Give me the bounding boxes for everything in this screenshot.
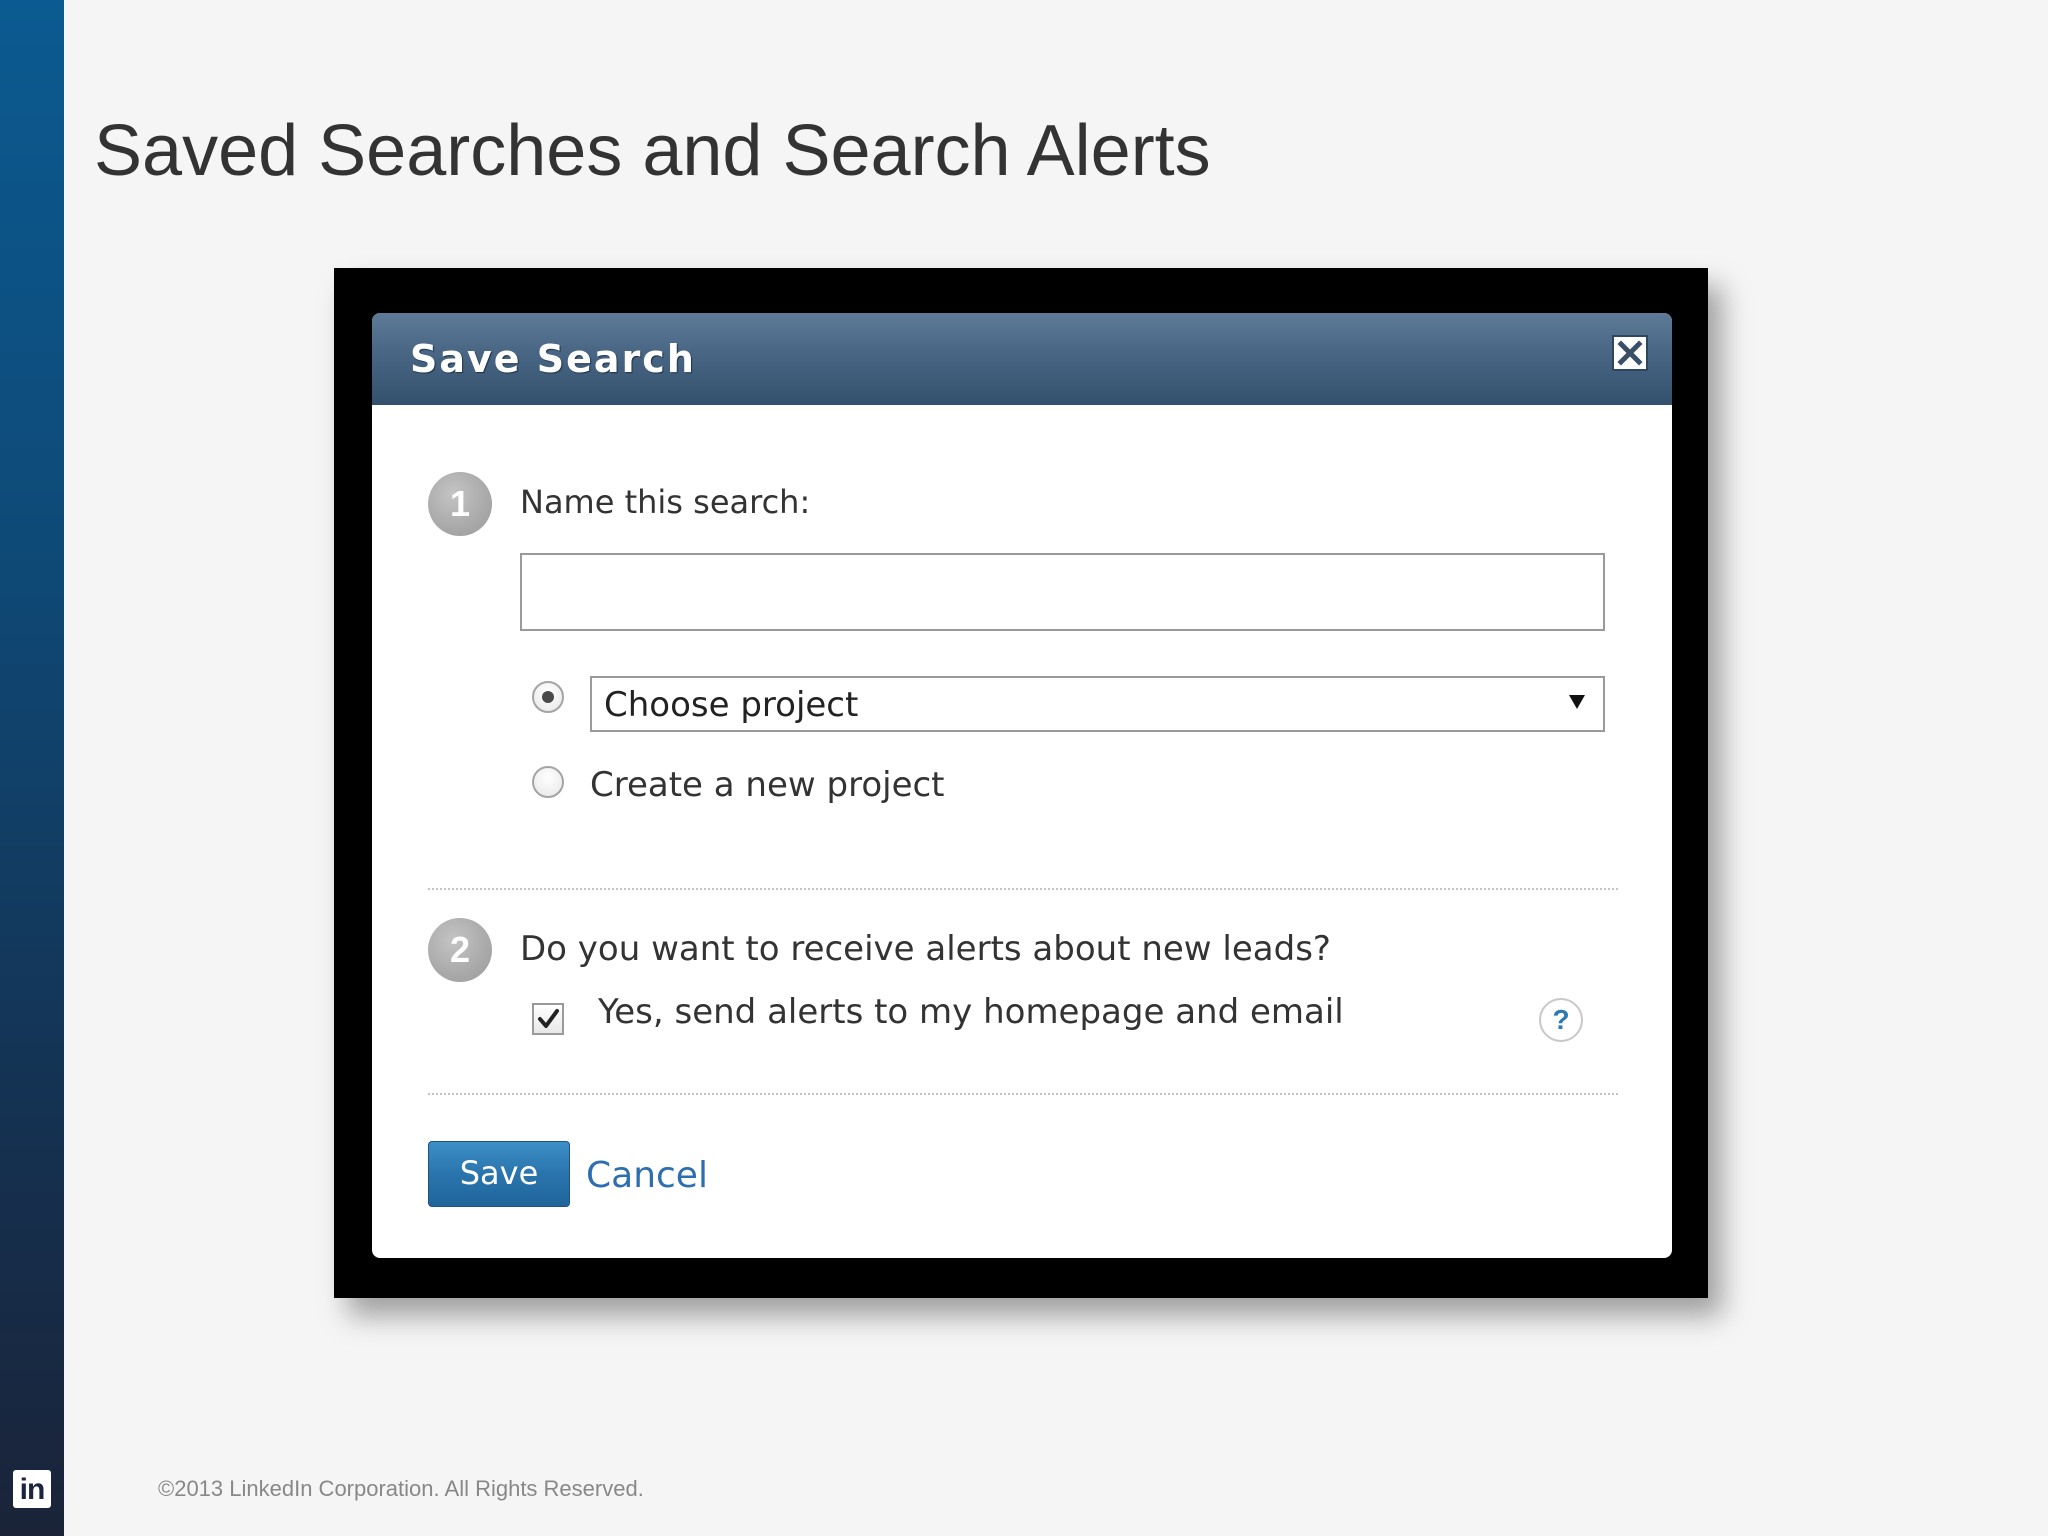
create-project-radio[interactable] — [532, 766, 564, 798]
alerts-checkbox[interactable] — [532, 1003, 564, 1035]
search-name-input[interactable] — [520, 553, 1605, 631]
section-divider — [428, 1093, 1618, 1095]
name-search-label: Name this search: — [520, 483, 811, 521]
checkmark-icon — [538, 1009, 559, 1028]
cancel-link[interactable]: Cancel — [586, 1155, 708, 1196]
alerts-question: Do you want to receive alerts about new … — [520, 929, 1331, 969]
create-project-label[interactable]: Create a new project — [590, 765, 945, 805]
chevron-down-icon — [1569, 695, 1585, 709]
close-icon — [1617, 340, 1643, 366]
choose-project-radio[interactable] — [532, 681, 564, 713]
step-2-badge: 2 — [428, 918, 492, 982]
screenshot-frame: Save Search 1 Name this search: Choose p… — [334, 268, 1708, 1298]
project-select[interactable]: Choose project — [590, 676, 1605, 732]
slide-title: Saved Searches and Search Alerts — [94, 111, 1211, 191]
save-button[interactable]: Save — [428, 1141, 570, 1207]
dialog-header: Save Search — [372, 313, 1672, 405]
radio-selected-dot — [542, 691, 554, 703]
project-select-value: Choose project — [604, 685, 859, 725]
linkedin-logo-icon: in — [13, 1470, 51, 1508]
slide-side-bar: in — [0, 0, 64, 1536]
dialog-title: Save Search — [410, 337, 696, 381]
copyright-footer: ©2013 LinkedIn Corporation. All Rights R… — [158, 1476, 644, 1501]
section-divider — [428, 888, 1618, 890]
close-button[interactable] — [1612, 335, 1648, 371]
save-search-dialog: Save Search 1 Name this search: Choose p… — [372, 313, 1672, 1258]
step-1-badge: 1 — [428, 472, 492, 536]
help-icon[interactable]: ? — [1539, 998, 1583, 1042]
alerts-checkbox-label[interactable]: Yes, send alerts to my homepage and emai… — [598, 992, 1344, 1032]
